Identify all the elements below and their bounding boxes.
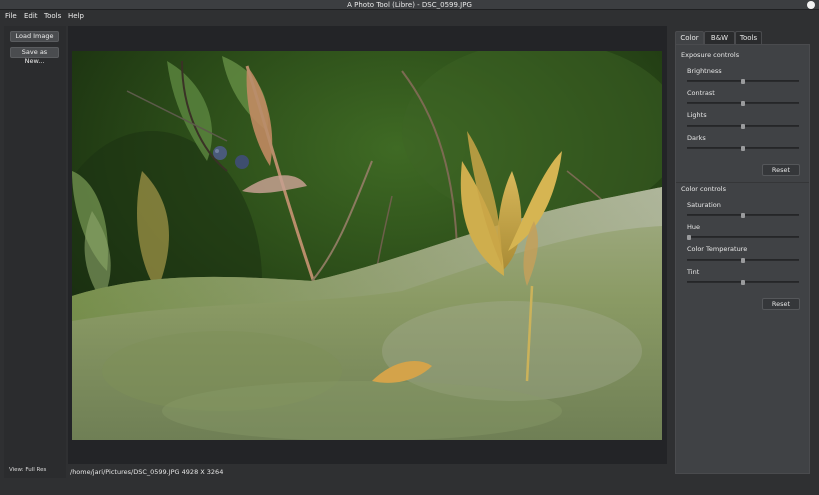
hue-slider[interactable] [687,235,799,240]
slider-handle[interactable] [741,146,745,151]
slider-label: Contrast [687,89,715,97]
color-reset-button[interactable]: Reset [762,298,800,310]
left-sidebar: Load Image Save as New... View: Full Res [4,26,66,478]
menu-edit[interactable]: Edit [24,10,38,22]
status-bar: /home/jari/Pictures/DSC_0599.JPG 4928 X … [68,468,667,478]
slider-label: Hue [687,223,701,231]
title-bar: A Photo Tool (Libre) - DSC_0599.JPG [0,0,819,10]
brightness-slider[interactable] [687,79,799,84]
lights-slider[interactable] [687,124,799,129]
slider-handle[interactable] [741,213,745,218]
menu-tools[interactable]: Tools [44,10,61,22]
menu-file[interactable]: File [5,10,17,22]
tint-slider[interactable] [687,280,799,285]
contrast-slider[interactable] [687,101,799,106]
slider-handle[interactable] [741,258,745,263]
tab-tools[interactable]: Tools [735,31,762,44]
slider-label: Darks [687,134,706,142]
view-mode-label: View: Full Res [9,467,47,473]
tab-bw[interactable]: B&W [704,31,735,44]
slider-label: Color Temperature [687,245,748,253]
slider-label: Brightness [687,67,722,75]
slider-handle[interactable] [741,280,745,285]
panel-body: Exposure controls Brightness Contrast Li… [675,44,810,474]
slider-handle[interactable] [741,124,745,129]
slider-handle[interactable] [741,79,745,84]
menu-help[interactable]: Help [68,10,84,22]
save-as-new-button[interactable]: Save as New... [10,47,59,65]
slider-label: Tint [687,268,700,276]
photo-preview [72,51,662,440]
slider-handle[interactable] [741,101,745,106]
section-divider [676,182,809,183]
darks-slider[interactable] [687,146,799,151]
adjustment-panel: Color B&W Tools Exposure controls Bright… [674,31,811,474]
color-controls-title: Color controls [681,185,726,193]
exposure-reset-button[interactable]: Reset [762,164,800,176]
tab-color[interactable]: Color [675,31,704,44]
color-temperature-slider[interactable] [687,258,799,263]
file-path-status: /home/jari/Pictures/DSC_0599.JPG 4928 X … [70,468,224,476]
slider-handle[interactable] [687,235,691,240]
saturation-slider[interactable] [687,213,799,218]
window-title: A Photo Tool (Libre) - DSC_0599.JPG [347,1,472,9]
image-canvas[interactable] [68,26,667,464]
slider-label: Saturation [687,201,721,209]
slider-label: Lights [687,111,707,119]
exposure-controls-title: Exposure controls [681,51,740,59]
close-icon[interactable] [807,1,815,9]
menu-bar: File Edit Tools Help [0,10,819,22]
load-image-button[interactable]: Load Image [10,31,59,42]
